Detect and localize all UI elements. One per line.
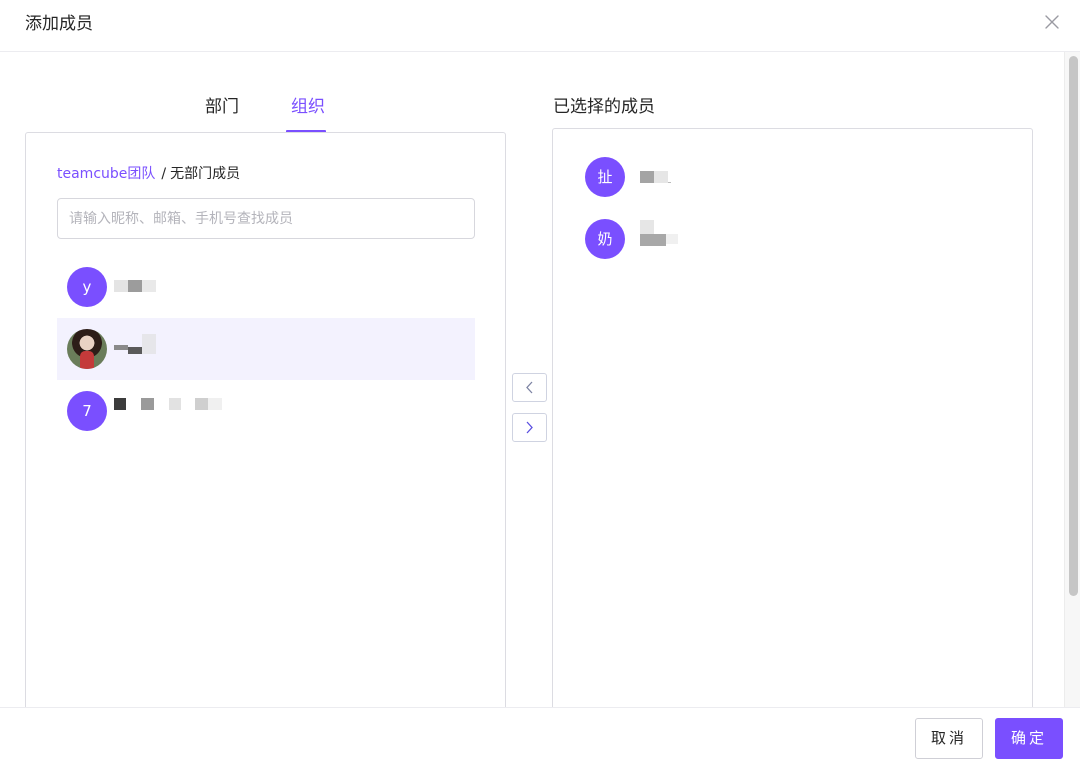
dialog-title: 添加成员 <box>25 14 93 34</box>
selected-members-panel: 扯 奶 <box>552 128 1033 722</box>
dialog-header: 添加成员 <box>0 0 1080 52</box>
tab-department[interactable]: 部门 <box>205 92 239 122</box>
chevron-right-icon <box>526 421 533 434</box>
member-search-input[interactable] <box>57 198 475 239</box>
member-list: y 7 <box>57 256 475 442</box>
selected-member-row[interactable]: 扯 <box>585 157 1005 199</box>
confirm-button[interactable]: 确定 <box>995 718 1063 759</box>
breadcrumb-root-link[interactable]: teamcube团队 <box>57 166 155 182</box>
scrollbar-thumb[interactable] <box>1069 56 1078 596</box>
tab-organization[interactable]: 组织 <box>291 92 325 122</box>
selected-member-row[interactable]: 奶 <box>585 219 1005 261</box>
member-row[interactable]: 7 <box>57 380 475 442</box>
move-right-button[interactable] <box>512 413 547 442</box>
breadcrumb-separator: / <box>161 166 167 182</box>
breadcrumb: teamcube团队 / 无部门成员 <box>57 163 240 185</box>
move-left-button[interactable] <box>512 373 547 402</box>
chevron-left-icon <box>526 381 533 394</box>
avatar: 扯 <box>585 157 625 197</box>
breadcrumb-current: 无部门成员 <box>170 166 241 182</box>
avatar-photo <box>67 329 107 369</box>
member-source-panel: teamcube团队 /无部门成员 y <box>25 132 506 722</box>
avatar: y <box>67 267 107 307</box>
scrollbar[interactable] <box>1064 52 1080 708</box>
close-icon[interactable] <box>1040 10 1064 34</box>
selected-members-title: 已选择的成员 <box>553 97 655 117</box>
add-member-dialog: 添加成员 部门 组织 teamcube团队 /无部门成员 y <box>0 0 1080 768</box>
avatar: 7 <box>67 391 107 431</box>
member-row-selected[interactable] <box>57 318 475 380</box>
avatar: 奶 <box>585 219 625 259</box>
member-row[interactable]: y <box>57 256 475 318</box>
dialog-footer: 取消 确定 <box>0 707 1080 768</box>
tab-bar: 部门 组织 <box>190 92 350 134</box>
avatar-photo-figure <box>80 351 94 369</box>
cancel-button[interactable]: 取消 <box>915 718 983 759</box>
